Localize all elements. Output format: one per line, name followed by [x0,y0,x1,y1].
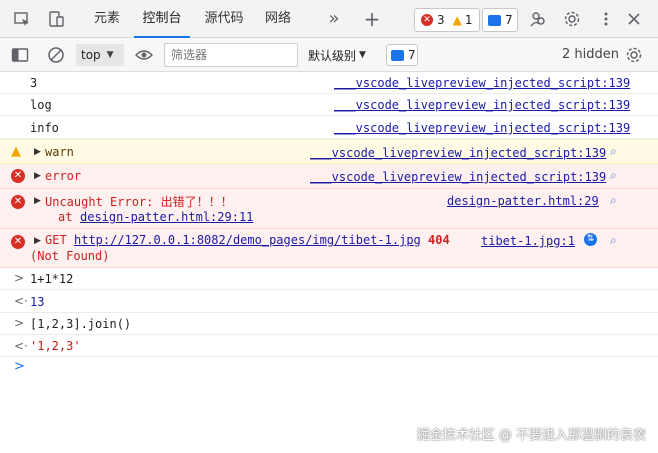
status-code: 404 [428,233,450,247]
tab-network[interactable]: 网络 [258,0,298,38]
console-message: 3 ___vscode_livepreview_injected_script:… [0,72,658,94]
chevron-down-icon: ▼ [359,50,366,60]
add-tab-icon[interactable]: + [360,0,384,38]
error-icon: ✕ [11,235,25,249]
search-icon[interactable]: ⌕ [610,144,617,159]
prompt-chevron-icon: > [14,359,25,374]
console-warning-message: ▲ ▶ warn ___vscode_livepreview_injected_… [0,139,658,164]
console-toolbar: top ▼ 默认级别 ▼ 7 2 hidden [0,38,658,72]
warning-icon: ▲ [11,144,21,159]
message-text: 3 [30,76,38,90]
console-message: info ___vscode_livepreview_injected_scri… [0,116,658,139]
repl-output-row: <· '1,2,3' [0,335,658,357]
error-count: 3 [437,13,445,27]
console-message: log ___vscode_livepreview_injected_scrip… [0,94,658,116]
search-icon[interactable]: ⌕ [610,233,617,248]
tab-sources[interactable]: 源代码 [196,0,252,38]
message-source-link[interactable]: design-patter.html:29 [447,194,599,208]
tab-console[interactable]: 控制台 [134,0,190,38]
console-error-message: ✕ ▶ error ___vscode_livepreview_injected… [0,164,658,189]
clear-console-icon[interactable] [46,45,66,65]
toolbar-messages-badge[interactable]: 7 [386,44,418,66]
watermark: 掘金技术社区 @ 不要进入那温驯的良夜 [416,428,646,443]
message-icon [488,14,501,26]
inspect-element-icon[interactable] [12,9,32,29]
issues-badge[interactable]: ✕ 3 ▲ 1 [414,8,480,32]
context-label: top [81,48,101,62]
log-level-dropdown[interactable]: 默认级别 ▼ [304,44,380,66]
message-source-link[interactable]: ___vscode_livepreview_injected_script:13… [334,121,630,135]
expand-triangle-icon[interactable]: ▶ [34,147,41,157]
message-text: log [30,98,52,112]
error-icon: ✕ [11,195,25,209]
toolbar-messages-count: 7 [408,48,416,62]
repl-command: 1+1*12 [30,272,74,286]
close-icon[interactable] [624,9,644,29]
repl-result: '1,2,3' [30,339,81,353]
devtools-tabbar: 元素 控制台 源代码 网络 » + ✕ 3 ▲ 1 7 [0,0,658,38]
people-icon[interactable] [528,9,548,29]
filter-input[interactable] [164,43,298,67]
warning-count: 1 [464,13,473,27]
return-arrow-icon: <· [14,294,28,308]
chevron-right-icon: > [14,316,25,330]
message-source-link[interactable]: ___vscode_livepreview_injected_script:13… [310,146,606,160]
message-source-link[interactable]: ___vscode_livepreview_injected_script:13… [334,98,630,112]
repl-input-row: > 1+1*12 [0,268,658,290]
repl-output-row: <· 13 [0,290,658,313]
expand-triangle-icon[interactable]: ▶ [34,171,41,181]
message-text: error [45,169,82,183]
network-panel-icon[interactable]: ⇅ [584,233,597,246]
tab-elements[interactable]: 元素 [86,0,128,38]
message-source-link[interactable]: ___vscode_livepreview_injected_script:13… [334,76,630,90]
request-method: GET [45,233,67,247]
message-text: Uncaught Error: 出错了！！！ [45,195,233,209]
log-level-label: 默认级别 [308,48,357,63]
repl-command: [1,2,3].join() [30,317,132,331]
chevron-down-icon: ▼ [106,50,114,60]
stack-at-label: at [58,210,73,224]
console-settings-gear-icon[interactable] [624,45,644,65]
chevron-right-icon: > [14,271,25,285]
message-icon [391,49,404,61]
expand-triangle-icon[interactable]: ▶ [34,236,41,246]
messages-badge[interactable]: 7 [482,8,518,32]
return-arrow-icon: <· [14,339,28,353]
context-selector[interactable]: top ▼ [76,44,124,66]
message-text: warn [45,145,74,159]
search-icon[interactable]: ⌕ [610,168,617,183]
message-source-link[interactable]: tibet-1.jpg:1 [481,234,575,248]
console-prompt[interactable]: > [0,357,658,379]
search-icon[interactable]: ⌕ [610,193,617,208]
message-text: info [30,121,59,135]
console-network-error-message: ✕ ▶ GET http://127.0.0.1:8082/demo_pages… [0,229,658,268]
message-source-link[interactable]: ___vscode_livepreview_injected_script:13… [310,170,606,184]
eye-icon[interactable] [134,45,154,65]
stack-frame-link[interactable]: design-patter.html:29:11 [80,210,253,224]
more-options-icon[interactable] [596,9,616,29]
sidebar-toggle-icon[interactable] [10,45,30,65]
repl-result: 13 [30,295,45,309]
messages-count: 7 [505,13,513,27]
warning-icon: ▲ [452,13,462,27]
request-url-link[interactable]: http://127.0.0.1:8082/demo_pages/img/tib… [74,233,421,247]
settings-gear-icon[interactable] [562,9,582,29]
console-error-message: ✕ ▶ Uncaught Error: 出错了！！！ at design-pat… [0,189,658,229]
repl-input-row: > [1,2,3].join() [0,313,658,335]
error-icon: ✕ [421,14,433,26]
hidden-count: 2 hidden [562,47,619,62]
more-tabs-icon[interactable]: » [322,0,346,38]
error-icon: ✕ [11,169,25,183]
expand-triangle-icon[interactable]: ▶ [34,196,41,206]
device-toolbar-icon[interactable] [46,9,66,29]
status-text: (Not Found) [30,249,110,263]
